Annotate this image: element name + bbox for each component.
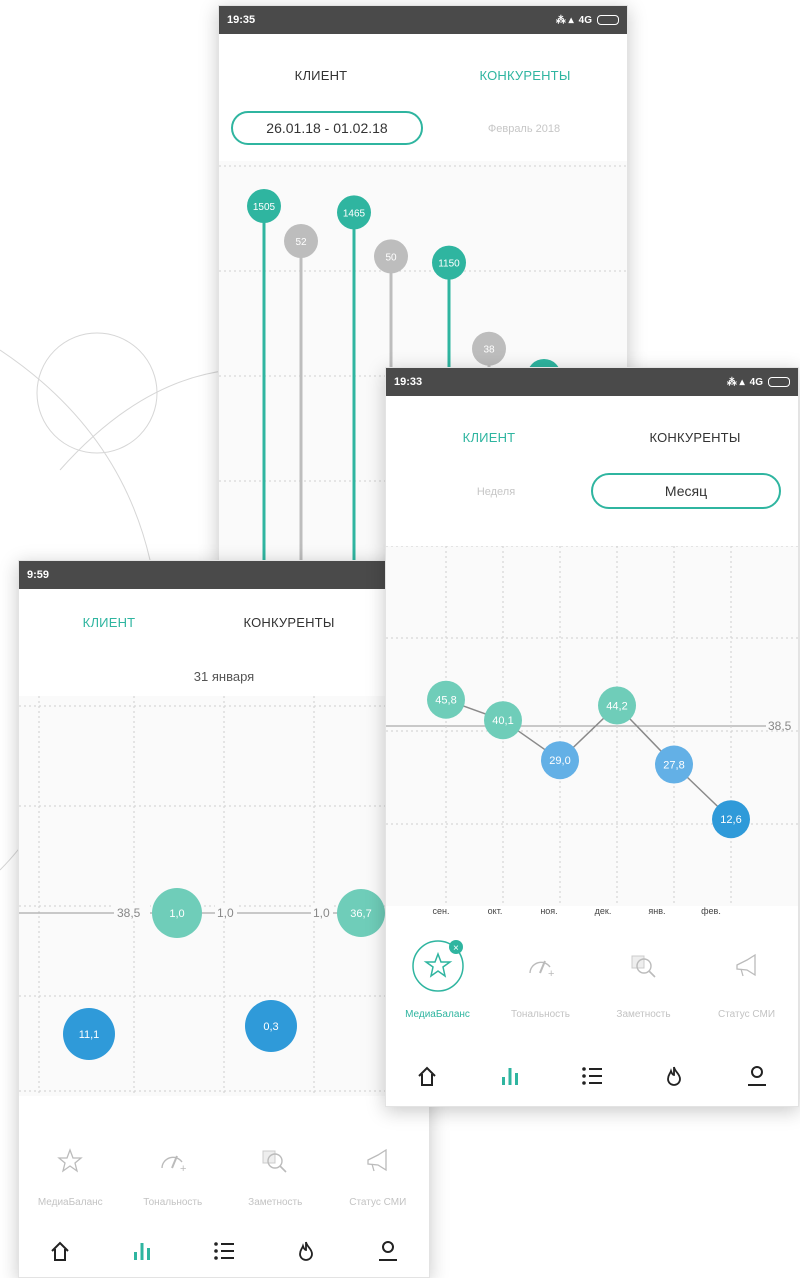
- data-point[interactable]: 27,8: [655, 745, 693, 784]
- data-point[interactable]: 45,8: [427, 680, 465, 719]
- x-tick-label: окт.: [487, 906, 503, 916]
- reference-label: 38,5: [768, 719, 792, 733]
- data-point-label: 29,0: [549, 755, 570, 767]
- bar-value[interactable]: 38: [472, 331, 506, 366]
- home-icon[interactable]: [48, 1239, 72, 1263]
- fire-icon[interactable]: [294, 1239, 318, 1263]
- status-time: 9:59: [27, 569, 50, 581]
- bar-value-label: 1505: [253, 202, 276, 213]
- screen-client-day: 9:59 ▴4G КЛИЕНТ КОНКУРЕНТЫ 31 января 38,…: [18, 560, 430, 1278]
- metric-label[interactable]: Заметность: [224, 1197, 327, 1208]
- battery-icon: [597, 15, 619, 25]
- data-point[interactable]: 44,2: [598, 686, 636, 725]
- data-point[interactable]: 11,1: [63, 1008, 115, 1060]
- svg-text:×: ×: [453, 943, 459, 954]
- x-tick-label: сен.: [432, 906, 450, 916]
- tab-client[interactable]: КЛИЕНТ: [386, 430, 592, 445]
- period-week[interactable]: Неделя: [426, 486, 566, 498]
- status-bar: 9:59 ▴4G: [19, 561, 429, 589]
- data-point-label: 40,1: [492, 715, 513, 727]
- network-label: 4G: [578, 14, 592, 26]
- metric-label[interactable]: Статус СМИ: [327, 1197, 430, 1208]
- metric-label[interactable]: Тональность: [122, 1197, 225, 1208]
- data-point-label: 1,0: [169, 908, 184, 920]
- megaphone-icon[interactable]: [364, 1148, 392, 1174]
- magnifier-icon[interactable]: [630, 953, 658, 979]
- tab-client[interactable]: КЛИЕНТ: [19, 615, 199, 630]
- magnifier-icon[interactable]: [261, 1148, 289, 1174]
- data-point[interactable]: 1,0: [152, 888, 202, 938]
- data-point-label: 45,8: [435, 695, 456, 707]
- list-icon[interactable]: [212, 1239, 236, 1263]
- status-bar: 19:33 ⁂ ▴ 4G: [386, 368, 798, 396]
- data-point-label: 36,7: [350, 908, 371, 920]
- metric-label[interactable]: Заметность: [592, 1009, 695, 1020]
- data-point[interactable]: 40,1: [484, 701, 522, 740]
- metric-label[interactable]: Тональность: [489, 1009, 592, 1020]
- metric-label[interactable]: МедиаБаланс: [19, 1197, 122, 1208]
- data-point-label: 12,6: [720, 814, 741, 826]
- star-icon[interactable]: ×: [410, 938, 466, 994]
- stats-icon[interactable]: [130, 1239, 154, 1263]
- screen-client-month: 19:33 ⁂ ▴ 4G КЛИЕНТ КОНКУРЕНТЫ Неделя Мес…: [385, 367, 799, 1107]
- x-tick-label: янв.: [648, 906, 666, 916]
- data-point-label: 44,2: [606, 700, 627, 712]
- profile-icon[interactable]: [376, 1239, 400, 1263]
- bar-value[interactable]: 52: [284, 224, 318, 258]
- tab-competitors[interactable]: КОНКУРЕНТЫ: [592, 430, 798, 445]
- megaphone-icon[interactable]: [733, 953, 761, 979]
- fire-icon[interactable]: [662, 1064, 686, 1088]
- data-point-label: 11,1: [79, 1029, 100, 1041]
- point-side-label: 1,0: [313, 906, 330, 920]
- bar-value-label: 52: [295, 237, 307, 248]
- period-month-pill[interactable]: Месяц: [591, 473, 781, 509]
- bar-value-label: 50: [385, 252, 397, 263]
- status-time: 19:35: [227, 14, 256, 26]
- data-point[interactable]: 12,6: [712, 800, 750, 839]
- x-tick-label: ноя.: [540, 906, 558, 916]
- data-point-label: 27,8: [663, 760, 684, 772]
- bar-value-label: 1465: [343, 208, 366, 219]
- bar-value[interactable]: 1150: [432, 245, 466, 280]
- client-line-chart: 38,5 45,8 40,1 29,0 44,2 27,8 12,6: [386, 546, 798, 906]
- home-icon[interactable]: [415, 1064, 439, 1088]
- status-bar: 19:35 ⁂ ▴ 4G: [219, 6, 627, 34]
- signal-icon: ⁂ ▴: [555, 14, 574, 26]
- reference-label: 38,5: [117, 906, 141, 920]
- profile-icon[interactable]: [745, 1064, 769, 1088]
- bar-value-label: 38: [483, 345, 495, 356]
- metric-label[interactable]: Статус СМИ: [695, 1009, 798, 1020]
- bar-value-label: 1150: [438, 259, 460, 270]
- metric-label[interactable]: МедиаБаланс: [386, 1009, 489, 1020]
- data-point[interactable]: 29,0: [541, 741, 579, 780]
- stats-icon[interactable]: [498, 1064, 522, 1088]
- date-range-pill[interactable]: 26.01.18 - 01.02.18: [231, 111, 423, 145]
- signal-icon: ⁂ ▴: [726, 376, 745, 388]
- tab-competitors[interactable]: КОНКУРЕНТЫ: [199, 615, 379, 630]
- bar-value[interactable]: 50: [374, 239, 408, 274]
- star-icon[interactable]: [57, 1148, 84, 1174]
- client-scatter-chart: 38,5 1,0 1,0 1,0 36,7 11,1 0,3: [19, 696, 429, 1096]
- battery-icon: [768, 377, 790, 387]
- gauge-icon[interactable]: +: [158, 1148, 188, 1174]
- month-label[interactable]: Февраль 2018: [449, 123, 599, 135]
- list-icon[interactable]: [580, 1064, 604, 1088]
- point-side-label: 1,0: [217, 906, 234, 920]
- network-label: 4G: [749, 376, 763, 388]
- data-point[interactable]: 0,3: [245, 1000, 297, 1052]
- svg-text:+: +: [548, 968, 554, 979]
- data-point-label: 0,3: [263, 1021, 278, 1033]
- date-label: 31 января: [193, 669, 255, 684]
- svg-text:+: +: [180, 1163, 186, 1174]
- tab-client[interactable]: КЛИЕНТ: [219, 68, 423, 83]
- bar-value[interactable]: 1505: [247, 189, 281, 223]
- gauge-icon[interactable]: +: [526, 953, 556, 979]
- x-tick-label: дек.: [594, 906, 612, 916]
- status-time: 19:33: [394, 376, 423, 388]
- x-tick-label: фев.: [701, 906, 721, 916]
- data-point[interactable]: 36,7: [337, 889, 385, 937]
- tab-competitors[interactable]: КОНКУРЕНТЫ: [423, 68, 627, 83]
- bar-value[interactable]: 1465: [337, 195, 371, 230]
